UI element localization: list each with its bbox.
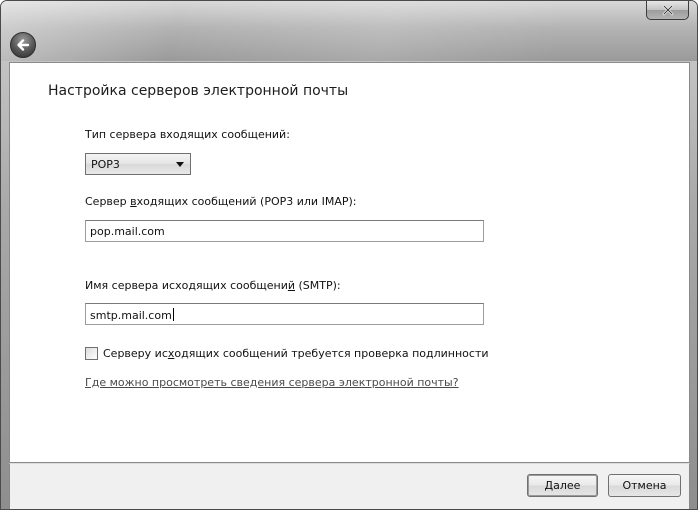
incoming-type-select[interactable]: POP3 bbox=[85, 153, 191, 175]
text-caret bbox=[172, 308, 174, 321]
incoming-type-label: Тип сервера входящих сообщений: bbox=[85, 128, 290, 141]
server-info-help-link[interactable]: Где можно просмотреть сведения сервера э… bbox=[85, 376, 459, 389]
dialog-footer: Далее Отмена bbox=[9, 463, 690, 509]
incoming-server-input[interactable]: pop.mail.com bbox=[85, 220, 484, 242]
back-button[interactable] bbox=[10, 32, 36, 58]
page-title: Настройка серверов электронной почты bbox=[48, 83, 349, 99]
title-bar bbox=[1, 1, 697, 61]
close-button[interactable] bbox=[646, 1, 689, 20]
outgoing-server-label: Имя сервера исходящих сообщений (SMTP): bbox=[85, 279, 341, 292]
back-arrow-icon bbox=[17, 39, 30, 51]
incoming-type-value: POP3 bbox=[91, 158, 120, 171]
content-panel: Настройка серверов электронной почты Тип… bbox=[9, 62, 690, 463]
auth-required-checkbox[interactable] bbox=[85, 347, 98, 360]
close-icon bbox=[662, 4, 673, 16]
cancel-button[interactable]: Отмена bbox=[608, 474, 681, 497]
incoming-server-label: Сервер входящих сообщений (POP3 или IMAP… bbox=[85, 195, 357, 208]
next-button[interactable]: Далее bbox=[527, 474, 598, 497]
outgoing-server-input[interactable]: smtp.mail.com bbox=[85, 303, 484, 325]
auth-required-label[interactable]: Серверу исходящих сообщений требуется пр… bbox=[103, 347, 489, 360]
incoming-server-value: pop.mail.com bbox=[90, 225, 165, 238]
outgoing-server-value: smtp.mail.com bbox=[90, 309, 172, 322]
dialog-window: Настройка серверов электронной почты Тип… bbox=[0, 0, 698, 510]
chevron-down-icon bbox=[176, 162, 184, 167]
